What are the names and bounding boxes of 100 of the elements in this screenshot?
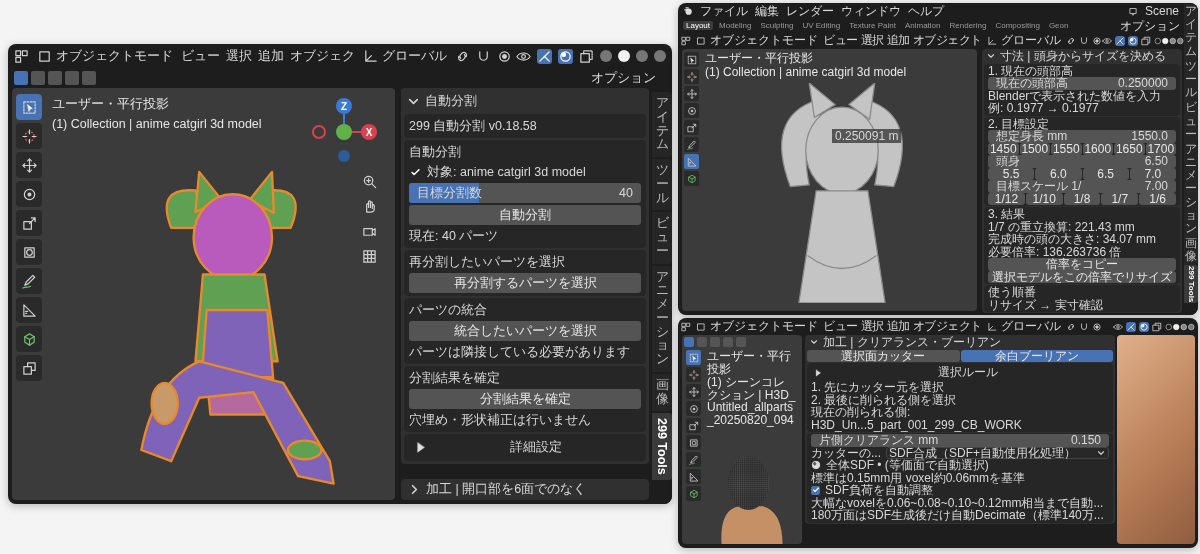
proportional-icon[interactable] bbox=[1091, 321, 1102, 332]
menu-item[interactable]: レンダー bbox=[786, 3, 834, 20]
sidebar-tab[interactable]: 画像 bbox=[1184, 236, 1198, 265]
gizmo-icon[interactable] bbox=[537, 48, 552, 64]
workspace-tab[interactable]: Geon bbox=[1045, 21, 1072, 30]
number-field[interactable]: 現在の頭部高 0.250000 bbox=[988, 77, 1176, 90]
menu-item[interactable]: 追加 bbox=[258, 47, 284, 65]
orientation-dropdown[interactable]: グローバル bbox=[984, 32, 1063, 49]
menu-item[interactable]: ビュー bbox=[823, 32, 858, 49]
magnet-icon[interactable] bbox=[1078, 35, 1089, 46]
sidebar-tab[interactable]: ツール bbox=[652, 159, 672, 211]
mode-dropdown[interactable]: オブジェクトモード bbox=[694, 318, 820, 335]
tool-button[interactable] bbox=[684, 86, 699, 101]
sidebar-tab[interactable]: ビュー bbox=[652, 212, 672, 264]
scene-name[interactable]: Scene bbox=[1144, 4, 1179, 18]
action-button[interactable]: 再分割するパーツを選択 bbox=[409, 273, 641, 293]
tool-button[interactable] bbox=[684, 171, 699, 186]
sidebar-tab[interactable]: 299 Tools bbox=[652, 413, 672, 480]
tool-button[interactable] bbox=[684, 137, 699, 152]
editor-type-icon[interactable] bbox=[681, 321, 691, 332]
panel-header[interactable]: 加工 | 開口部を6面でのなく bbox=[401, 479, 649, 500]
proportional-icon[interactable] bbox=[497, 48, 512, 64]
segment-tab[interactable]: 選択面カッター bbox=[807, 349, 960, 362]
overlay-icon[interactable] bbox=[558, 48, 573, 64]
segment-tab[interactable]: 余白ブーリアン bbox=[960, 349, 1113, 362]
tool-button[interactable] bbox=[16, 181, 42, 207]
sidebar-tab[interactable]: 299 Tools bbox=[1184, 264, 1198, 303]
tool-button[interactable] bbox=[686, 452, 701, 467]
number-field[interactable]: 頭身 6.50 bbox=[988, 155, 1176, 168]
menu-item[interactable]: ヘルプ bbox=[908, 3, 944, 20]
tool-button[interactable] bbox=[16, 152, 42, 178]
checkbox[interactable] bbox=[811, 485, 820, 495]
sidebar-tab[interactable]: アイテム bbox=[1184, 4, 1198, 59]
menu-item[interactable]: オブジェクト bbox=[912, 32, 982, 49]
editor-type-icon[interactable] bbox=[681, 35, 691, 46]
disclosure-toggle[interactable]: 詳細設定 bbox=[409, 437, 641, 458]
overlay-icon[interactable] bbox=[1139, 321, 1149, 332]
menu-item[interactable]: ウィンドウ bbox=[841, 3, 901, 20]
tool-button[interactable] bbox=[16, 210, 42, 236]
menu-item[interactable]: オブジェク bbox=[290, 47, 355, 65]
link-icon[interactable] bbox=[1065, 321, 1076, 332]
orientation-dropdown[interactable]: グローバル bbox=[984, 318, 1063, 335]
menu-item[interactable]: 選択 bbox=[226, 47, 252, 65]
tool-button[interactable] bbox=[686, 401, 701, 416]
menu-item[interactable]: 編集 bbox=[755, 3, 779, 20]
action-button[interactable]: 統合したいパーツを選択 bbox=[409, 321, 641, 341]
orientation-dropdown[interactable]: グローバル bbox=[361, 47, 449, 65]
tool-button[interactable] bbox=[686, 469, 701, 484]
action-button[interactable]: 分割結果を確定 bbox=[409, 389, 641, 409]
sidebar-tab[interactable]: アニメーション bbox=[1184, 141, 1198, 237]
action-button[interactable]: 自動分割 bbox=[409, 205, 641, 225]
menu-item[interactable]: オブジェクト bbox=[912, 318, 982, 335]
workspace-tab[interactable]: Compositing bbox=[992, 21, 1043, 30]
app-logo-icon[interactable] bbox=[683, 6, 693, 16]
workspace-tab[interactable]: Animation bbox=[901, 21, 944, 30]
shading-modes-icon[interactable] bbox=[1153, 35, 1184, 46]
workspace-tab[interactable]: Layout bbox=[683, 21, 714, 30]
tool-button[interactable] bbox=[684, 52, 699, 67]
sidebar-tab[interactable]: ツール bbox=[1184, 58, 1198, 101]
workspace-tab[interactable]: Rendering bbox=[946, 21, 990, 30]
shading-button[interactable] bbox=[618, 50, 630, 62]
panel-header[interactable]: 自動分割 bbox=[404, 91, 646, 112]
number-field[interactable]: 片側クリアランス mm 0.150 bbox=[811, 434, 1109, 447]
tool-button[interactable] bbox=[686, 486, 701, 501]
scene-icon[interactable] bbox=[1127, 6, 1138, 16]
tool-button[interactable] bbox=[16, 268, 42, 294]
sidebar-tab[interactable]: ビュー bbox=[1184, 100, 1198, 142]
menu-item[interactable]: ファイル bbox=[700, 3, 748, 20]
magnet-icon[interactable] bbox=[1078, 321, 1089, 332]
editor-type-icon[interactable] bbox=[14, 48, 29, 64]
tool-button[interactable] bbox=[16, 297, 42, 323]
tool-button[interactable] bbox=[16, 123, 42, 149]
proportional-icon[interactable] bbox=[1091, 35, 1102, 46]
eye-icon[interactable] bbox=[1113, 321, 1123, 332]
tool-button[interactable] bbox=[684, 103, 699, 118]
workspace-tab[interactable]: Modeling bbox=[716, 21, 755, 30]
menu-item[interactable]: ビュー bbox=[823, 318, 858, 335]
panel-header[interactable]: 寸法 | 頭身からサイズを決める bbox=[984, 50, 1180, 63]
grid-icon[interactable] bbox=[362, 249, 377, 264]
menu-item[interactable]: 追加 bbox=[886, 318, 910, 335]
tool-button[interactable] bbox=[686, 384, 701, 399]
tool-button[interactable] bbox=[16, 239, 42, 265]
tool-button[interactable] bbox=[16, 326, 42, 352]
options-dropdown[interactable]: オプション bbox=[581, 69, 666, 87]
tool-button[interactable] bbox=[684, 120, 699, 135]
workspace-tab[interactable]: Texture Paint bbox=[846, 21, 899, 30]
menu-item[interactable]: ビュー bbox=[181, 47, 220, 65]
gizmo-icon[interactable] bbox=[1114, 35, 1125, 46]
xray-icon[interactable] bbox=[579, 48, 594, 64]
tool-button[interactable] bbox=[686, 435, 701, 450]
disclosure-toggle[interactable]: 選択ルール bbox=[811, 364, 1109, 381]
options-dropdown[interactable]: オプション bbox=[1116, 21, 1184, 32]
menu-item[interactable]: 追加 bbox=[886, 32, 910, 49]
mode-dropdown[interactable]: オブジェクトモード bbox=[694, 32, 820, 49]
menu-item[interactable]: 選択 bbox=[860, 318, 884, 335]
workspace-tab[interactable]: Sculpting bbox=[757, 21, 797, 30]
zoom-icon[interactable] bbox=[362, 174, 377, 189]
link-icon[interactable] bbox=[1065, 35, 1076, 46]
menu-item[interactable]: 選択 bbox=[860, 32, 884, 49]
axis-gizmo-drawing[interactable] bbox=[312, 98, 377, 162]
